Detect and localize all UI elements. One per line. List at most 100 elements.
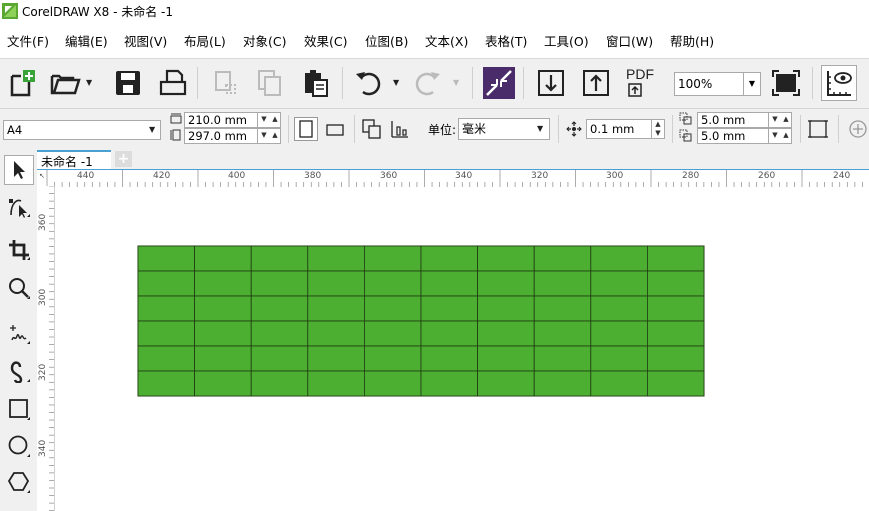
ruler-corner-icon[interactable]: ↖ xyxy=(39,172,45,180)
zoom-dropdown-icon[interactable]: ▼ xyxy=(743,72,761,96)
table-cell[interactable] xyxy=(420,245,478,272)
page-width-input[interactable]: 210.0 mm xyxy=(184,112,258,128)
duplicate-y-stepper[interactable]: ▼ ▲ xyxy=(768,128,792,144)
table-cell[interactable] xyxy=(533,370,592,397)
zoom-level-input[interactable]: 100% xyxy=(674,72,744,96)
table-cell[interactable] xyxy=(646,245,705,272)
table-cell[interactable] xyxy=(194,320,252,347)
table-cell[interactable] xyxy=(363,370,422,397)
table-cell[interactable] xyxy=(250,270,309,297)
table-cell[interactable] xyxy=(533,345,592,372)
horizontal-ruler[interactable]: ↖ 440 420 400 380 360 340 320 300 280 26… xyxy=(37,169,869,188)
menu-edit[interactable]: 编辑(E) xyxy=(65,31,108,50)
table-cell[interactable] xyxy=(533,295,592,322)
table-cell[interactable] xyxy=(420,370,478,397)
table-cell[interactable] xyxy=(646,345,705,372)
menu-effects[interactable]: 效果(C) xyxy=(304,31,347,50)
document-tab[interactable]: 未命名 -1 xyxy=(37,150,111,169)
paste-button[interactable] xyxy=(298,65,334,101)
add-document-tab-button[interactable]: + xyxy=(115,151,132,167)
export-button[interactable] xyxy=(578,65,614,101)
table-cell[interactable] xyxy=(194,270,252,297)
vertical-ruler[interactable]: 300 320 340 360 xyxy=(37,186,55,511)
table-cell[interactable] xyxy=(477,245,535,272)
table-cell[interactable] xyxy=(363,270,422,297)
table-cell[interactable] xyxy=(646,295,705,322)
duplicate-x-stepper[interactable]: ▼ ▲ xyxy=(768,112,792,128)
menu-window[interactable]: 窗口(W) xyxy=(606,31,653,50)
menu-tools[interactable]: 工具(O) xyxy=(544,31,589,50)
print-button[interactable] xyxy=(155,65,191,101)
menu-table[interactable]: 表格(T) xyxy=(485,31,527,50)
menu-text[interactable]: 文本(X) xyxy=(425,31,468,50)
current-page-button[interactable] xyxy=(388,117,412,141)
table-cell[interactable] xyxy=(137,320,195,347)
menu-view[interactable]: 视图(V) xyxy=(124,31,167,50)
green-table[interactable] xyxy=(137,245,705,397)
table-cell[interactable] xyxy=(363,245,422,272)
undo-button[interactable]: ▼ xyxy=(350,65,399,101)
nudge-distance-input[interactable]: 0.1 mm xyxy=(586,119,652,139)
new-button[interactable] xyxy=(4,65,40,101)
menu-bitmaps[interactable]: 位图(B) xyxy=(365,31,408,50)
full-screen-button[interactable] xyxy=(768,65,804,101)
nudge-stepper[interactable]: ▲ ▼ xyxy=(651,119,665,139)
table-cell[interactable] xyxy=(590,270,648,297)
table-cell[interactable] xyxy=(420,270,478,297)
table-cell[interactable] xyxy=(250,345,309,372)
table-cell[interactable] xyxy=(307,270,365,297)
table-cell[interactable] xyxy=(363,345,422,372)
add-property-button[interactable] xyxy=(848,119,868,139)
page-height-stepper[interactable]: ▼ ▲ xyxy=(257,128,281,144)
menu-help[interactable]: 帮助(H) xyxy=(670,31,714,50)
table-cell[interactable] xyxy=(194,345,252,372)
import-button[interactable] xyxy=(533,65,569,101)
menu-object[interactable]: 对象(C) xyxy=(243,31,286,50)
menu-file[interactable]: 文件(F) xyxy=(7,31,49,50)
crop-tool[interactable] xyxy=(4,235,34,265)
table-cell[interactable] xyxy=(590,345,648,372)
page-height-input[interactable]: 297.0 mm xyxy=(184,128,258,144)
table-cell[interactable] xyxy=(646,370,705,397)
table-cell[interactable] xyxy=(477,345,535,372)
table-cell[interactable] xyxy=(533,320,592,347)
landscape-button[interactable] xyxy=(323,117,347,141)
table-cell[interactable] xyxy=(194,245,252,272)
drawing-canvas[interactable] xyxy=(55,187,869,511)
table-cell[interactable] xyxy=(250,245,309,272)
table-cell[interactable] xyxy=(477,320,535,347)
table-cell[interactable] xyxy=(590,370,648,397)
duplicate-y-input[interactable]: 5.0 mm xyxy=(697,128,769,144)
table-cell[interactable] xyxy=(420,295,478,322)
polygon-tool[interactable] xyxy=(4,467,34,497)
duplicate-x-input[interactable]: 5.0 mm xyxy=(697,112,769,128)
table-cell[interactable] xyxy=(250,320,309,347)
undo-dropdown-icon[interactable]: ▼ xyxy=(393,78,399,87)
table-cell[interactable] xyxy=(307,370,365,397)
table-cell[interactable] xyxy=(420,320,478,347)
table-cell[interactable] xyxy=(137,345,195,372)
corel-connect-button[interactable] xyxy=(481,65,517,101)
publish-pdf-button[interactable]: PDF xyxy=(623,65,659,101)
table-cell[interactable] xyxy=(194,295,252,322)
menu-layout[interactable]: 布局(L) xyxy=(184,31,226,50)
table-cell[interactable] xyxy=(646,320,705,347)
redo-dropdown-icon[interactable]: ▼ xyxy=(453,78,459,87)
table-cell[interactable] xyxy=(477,270,535,297)
table-cell[interactable] xyxy=(307,245,365,272)
table-cell[interactable] xyxy=(137,270,195,297)
table-cell[interactable] xyxy=(533,245,592,272)
cut-button[interactable] xyxy=(208,65,244,101)
treat-as-filled-button[interactable] xyxy=(806,117,830,141)
open-dropdown-icon[interactable]: ▼ xyxy=(86,78,92,87)
table-cell[interactable] xyxy=(363,320,422,347)
table-cell[interactable] xyxy=(137,245,195,272)
table-cell[interactable] xyxy=(420,345,478,372)
shape-tool[interactable] xyxy=(4,192,34,222)
table-cell[interactable] xyxy=(307,345,365,372)
table-cell[interactable] xyxy=(590,320,648,347)
page-size-select[interactable]: A4 xyxy=(3,120,161,140)
portrait-button[interactable] xyxy=(294,117,318,141)
table-cell[interactable] xyxy=(194,370,252,397)
freehand-tool[interactable] xyxy=(4,319,34,349)
